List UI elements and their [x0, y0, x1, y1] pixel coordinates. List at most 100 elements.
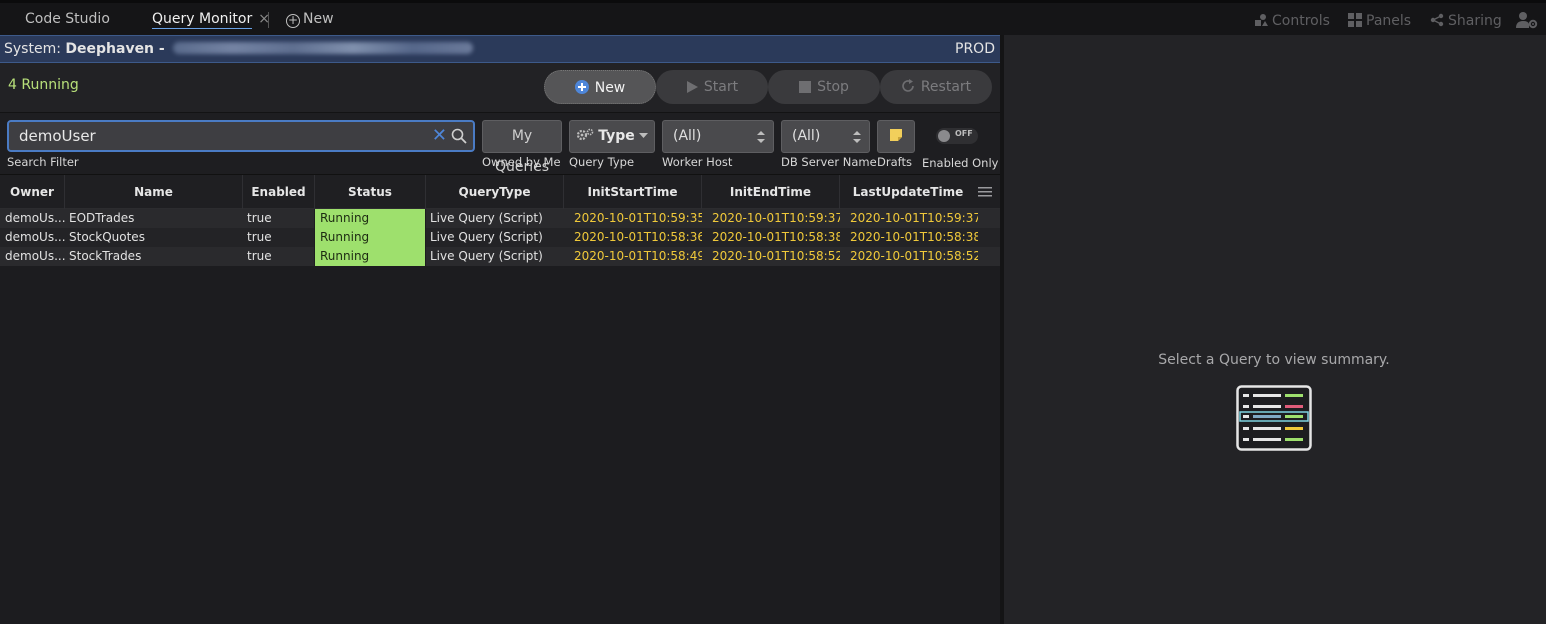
status-badge: Running — [314, 247, 426, 266]
drafts-button[interactable] — [877, 120, 915, 153]
column-header-status[interactable]: Status — [315, 175, 426, 209]
controls-menu[interactable]: Controls — [1254, 11, 1330, 31]
worker-host-label: Worker Host — [662, 155, 733, 169]
drafts-label: Drafts — [877, 155, 912, 169]
search-box: ✕ — [7, 120, 475, 152]
restart-icon — [902, 79, 914, 92]
table-row[interactable]: demoUs... StockTrades true Running Live … — [0, 247, 1000, 266]
table-row[interactable]: demoUs... StockQuotes true Running Live … — [0, 228, 1000, 247]
restart-label: Restart — [920, 79, 972, 95]
search-input[interactable] — [19, 127, 419, 145]
column-header-lastupdatetime[interactable]: LastUpdateTime — [840, 175, 976, 209]
db-server-value: (All) — [792, 128, 821, 144]
search-filter-label: Search Filter — [7, 155, 79, 169]
cell-initstarttime: 2020-10-01T10:58:36 — [574, 230, 702, 244]
restart-button[interactable]: Restart — [880, 70, 992, 104]
column-header-querytype[interactable]: QueryType — [426, 175, 564, 209]
gears-icon — [576, 128, 594, 141]
sharing-menu[interactable]: Sharing — [1430, 11, 1502, 31]
column-header-enabled[interactable]: Enabled — [243, 175, 315, 209]
cell-lastupdatetime: 2020-10-01T10:59:37 — [850, 211, 978, 225]
worker-host-value: (All) — [673, 128, 702, 144]
db-server-select[interactable]: (All) — [781, 120, 870, 153]
worker-host-select[interactable]: (All) — [662, 120, 774, 153]
share-icon — [1430, 13, 1444, 27]
cell-initstarttime: 2020-10-01T10:59:35 — [574, 211, 702, 225]
query-type-label: Query Type — [569, 155, 635, 169]
stop-label: Stop — [817, 79, 849, 95]
tab-bar: Code Studio Query Monitor × + New Controls… — [0, 0, 1546, 35]
cell-name: StockTrades — [69, 249, 142, 263]
type-label: Type — [598, 128, 635, 144]
new-label: New — [594, 80, 626, 96]
new-tab-label: New — [303, 11, 334, 27]
cell-enabled: true — [247, 230, 272, 244]
enabled-only-toggle[interactable]: OFF — [936, 128, 978, 144]
cell-owner: demoUs... — [5, 249, 65, 263]
panels-label: Panels — [1366, 13, 1412, 29]
column-header-initendtime[interactable]: InitEndTime — [702, 175, 840, 209]
empty-summary-message: Select a Query to view summary. — [1158, 352, 1390, 368]
stop-button[interactable]: Stop — [768, 70, 880, 104]
new-query-button[interactable]: New — [544, 70, 656, 104]
sharing-label: Sharing — [1448, 13, 1502, 29]
plus-circle-icon: + — [286, 13, 300, 28]
cell-querytype: Live Query (Script) — [430, 211, 543, 225]
cell-querytype: Live Query (Script) — [430, 230, 543, 244]
start-button[interactable]: Start — [656, 70, 768, 104]
query-type-dropdown[interactable]: Type — [569, 120, 655, 153]
app-window: Code Studio Query Monitor × + New Controls… — [0, 0, 1546, 624]
tab-label: Query Monitor — [152, 11, 253, 29]
sticky-note-icon — [890, 129, 902, 141]
toggle-state: OFF — [955, 129, 973, 138]
select-arrows-icon — [853, 131, 861, 143]
table-header: Owner Name Enabled Status QueryType Init… — [0, 175, 1000, 209]
cell-lastupdatetime: 2020-10-01T10:58:38 — [850, 230, 978, 244]
redacted-hostname — [173, 42, 474, 54]
search-icon[interactable] — [451, 128, 467, 144]
cell-enabled: true — [247, 249, 272, 263]
cell-initstarttime: 2020-10-01T10:58:49 — [574, 249, 702, 263]
panels-icon — [1348, 13, 1362, 27]
play-icon — [686, 81, 698, 93]
controls-label: Controls — [1272, 13, 1330, 29]
select-arrows-icon — [757, 131, 765, 143]
cell-name: StockQuotes — [69, 230, 145, 244]
panels-menu[interactable]: Panels — [1348, 11, 1411, 31]
column-header-owner[interactable]: Owner — [0, 175, 65, 209]
environment-badge: PROD — [955, 41, 995, 57]
cell-name: EODTrades — [69, 211, 135, 225]
user-gear-icon — [1516, 12, 1538, 29]
query-toolbar: 4 Running New Start Stop Restart — [0, 63, 1000, 113]
stop-icon — [799, 81, 812, 93]
toggle-knob — [938, 130, 950, 142]
summary-panel: Select a Query to view summary. — [1004, 35, 1546, 624]
tab-code-studio[interactable]: Code Studio — [25, 8, 110, 30]
plus-icon — [574, 80, 589, 94]
status-badge: Running — [314, 209, 426, 228]
my-queries-button[interactable]: My Queries — [482, 120, 562, 175]
db-server-label: DB Server Name — [781, 155, 877, 169]
clear-icon[interactable]: ✕ — [432, 125, 447, 147]
start-label: Start — [703, 79, 739, 95]
cell-enabled: true — [247, 211, 272, 225]
tab-query-monitor[interactable]: Query Monitor × — [152, 8, 270, 30]
tab-label: Code Studio — [25, 11, 110, 27]
table-menu-icon[interactable] — [978, 187, 992, 197]
system-bar: System: Deephaven - PROD — [0, 35, 1000, 63]
running-count: 4 Running — [8, 77, 79, 93]
owned-by-me-label: Owned by Me — [482, 155, 561, 169]
cell-owner: demoUs... — [5, 230, 65, 244]
table-row[interactable]: demoUs... EODTrades true Running Live Qu… — [0, 209, 1000, 228]
filter-bar: ✕ Search Filter My Queries Owned by Me T… — [0, 113, 1000, 175]
cell-owner: demoUs... — [5, 211, 65, 225]
cell-querytype: Live Query (Script) — [430, 249, 543, 263]
column-header-initstarttime[interactable]: InitStartTime — [564, 175, 702, 209]
status-badge: Running — [314, 228, 426, 247]
tab-separator — [268, 12, 269, 28]
system-prefix: System: — [4, 41, 61, 57]
user-settings-button[interactable] — [1516, 11, 1542, 31]
system-name: Deephaven - — [65, 41, 165, 57]
column-header-name[interactable]: Name — [65, 175, 243, 209]
new-tab-button[interactable]: + New — [286, 8, 334, 30]
